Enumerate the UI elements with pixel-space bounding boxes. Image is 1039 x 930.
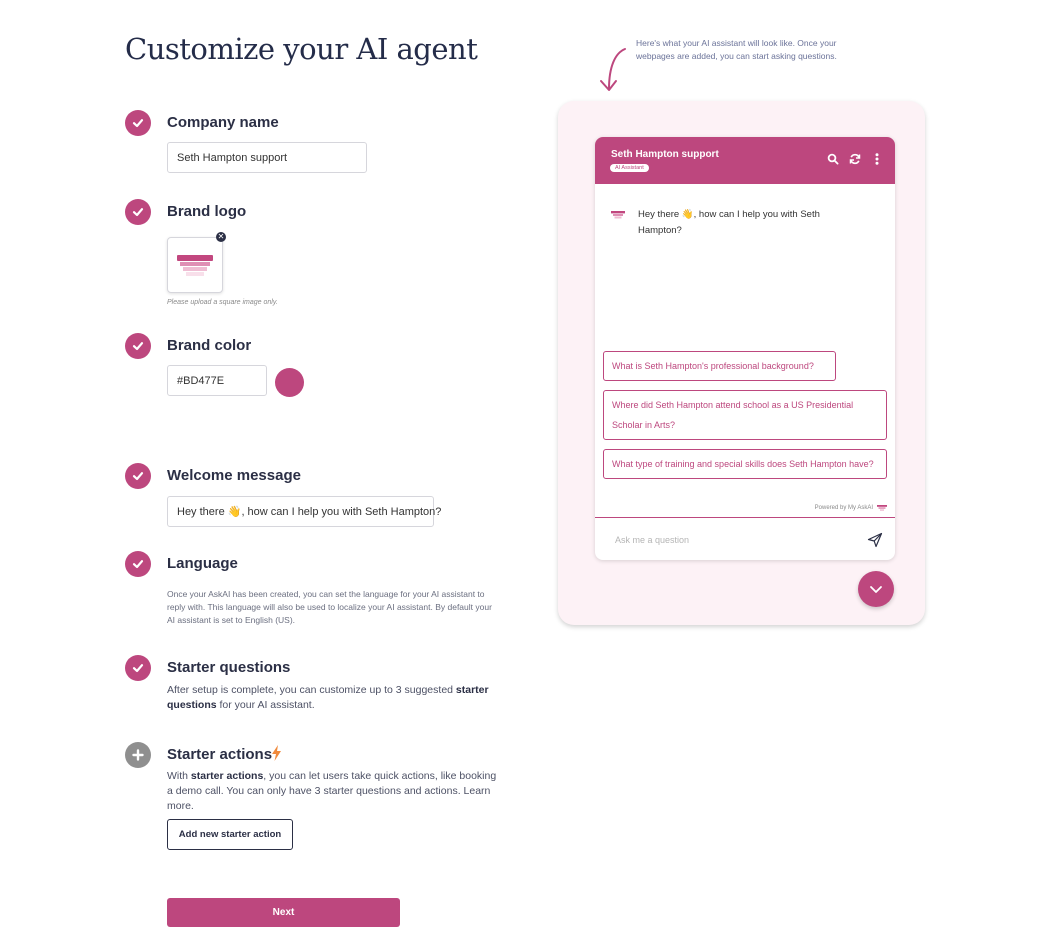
chat-toggle-button[interactable] (858, 571, 894, 607)
color-swatch[interactable] (275, 368, 304, 397)
brand-logo-image (177, 255, 213, 276)
step-title: Starter questions (167, 659, 291, 676)
powered-by: Powered by My AskAI (815, 505, 887, 511)
check-icon (125, 551, 151, 577)
powered-by-text: Powered by My AskAI (814, 505, 873, 511)
step-title: Brand color (167, 337, 252, 354)
close-icon[interactable]: ✕ (216, 232, 226, 242)
refresh-icon[interactable] (849, 153, 861, 165)
bot-welcome-message: Hey there 👋, how can I help you with Set… (638, 209, 820, 236)
chat-preview: Seth Hampton support AI Assistant Hey th… (558, 101, 925, 625)
next-button[interactable]: Next (167, 898, 400, 927)
starter-actions-description: With starter actions, you can let users … (167, 770, 497, 812)
suggested-question[interactable]: Where did Seth Hampton attend school as … (603, 390, 887, 440)
page-title: Customize your AI agent (125, 32, 478, 66)
brand-logo-upload[interactable] (167, 237, 223, 293)
check-icon (125, 655, 151, 681)
check-icon (125, 463, 151, 489)
ai-assistant-badge: AI Assistant (610, 164, 649, 172)
welcome-message-input[interactable]: Hey there 👋, how can I help you with Set… (167, 496, 441, 527)
curved-arrow-icon (600, 48, 626, 91)
chat-header: Seth Hampton support AI Assistant (595, 137, 895, 184)
add-starter-action-button[interactable]: Add new starter action (167, 819, 293, 850)
bot-avatar (611, 211, 625, 219)
check-icon (125, 333, 151, 359)
step-title: Starter actions (167, 746, 273, 763)
more-vertical-icon[interactable] (871, 153, 883, 165)
lightning-icon (272, 745, 281, 761)
chat-input-row: Ask me a question (595, 517, 895, 560)
chat-input[interactable]: Ask me a question (615, 535, 689, 545)
step-title: Brand logo (167, 203, 247, 220)
starter-questions-description: After setup is complete, you can customi… (167, 684, 489, 711)
step-title: Welcome message (167, 467, 301, 484)
chat-widget: Seth Hampton support AI Assistant Hey th… (595, 137, 895, 560)
language-description: Once your AskAI has been created, you ca… (167, 589, 492, 625)
preview-note: Here's what your AI assistant will look … (636, 38, 837, 61)
suggested-question[interactable]: What is Seth Hampton's professional back… (603, 351, 836, 381)
askai-logo (877, 505, 887, 511)
brand-color-input[interactable]: #BD477E (167, 365, 267, 396)
logo-hint: Please upload a square image only. (167, 299, 278, 306)
company-name-input[interactable]: Seth Hampton support (167, 142, 367, 173)
check-icon (125, 110, 151, 136)
search-icon[interactable] (827, 153, 839, 165)
chat-title: Seth Hampton support (611, 149, 719, 160)
plus-icon (125, 742, 151, 768)
step-title: Company name (167, 114, 279, 131)
send-icon[interactable] (867, 532, 883, 548)
suggested-question[interactable]: What type of training and special skills… (603, 449, 887, 479)
check-icon (125, 199, 151, 225)
step-title: Language (167, 555, 238, 572)
chevron-down-icon (870, 586, 882, 593)
